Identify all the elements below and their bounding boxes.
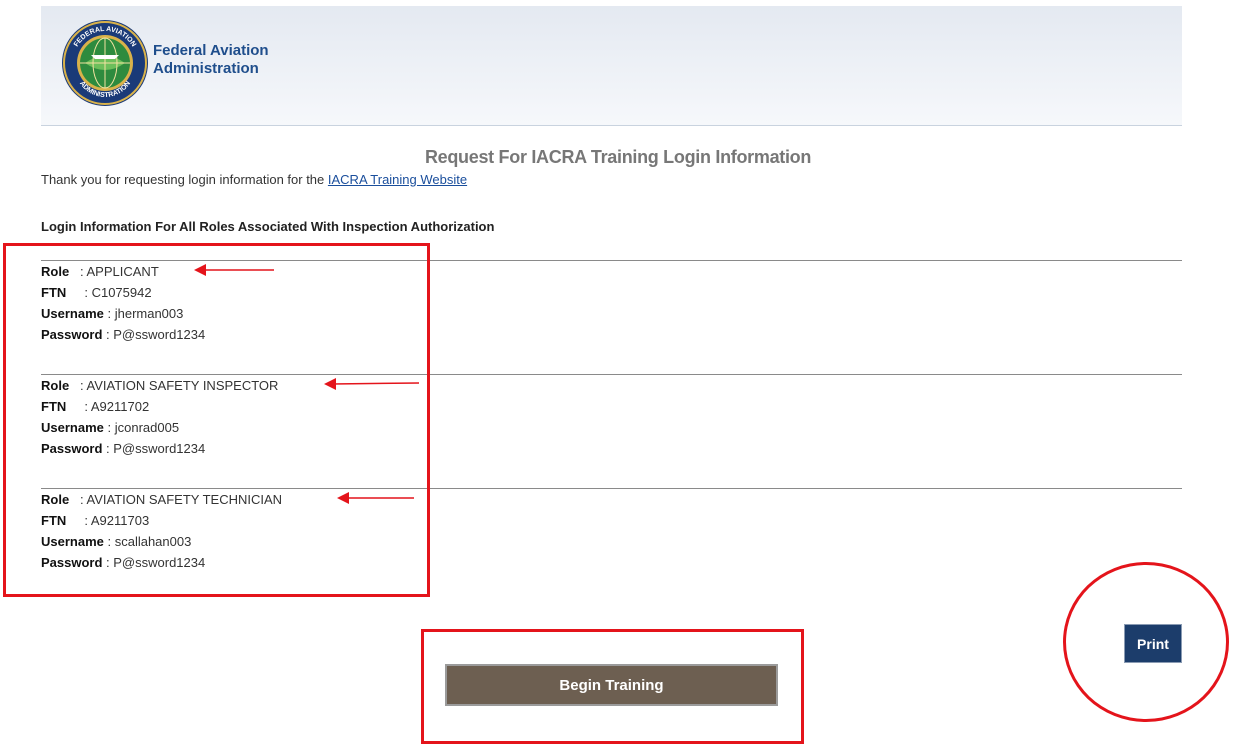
thanks-message: Thank you for requesting login informati… bbox=[41, 172, 467, 187]
annotation-arrow-icon bbox=[324, 378, 419, 390]
iacra-training-website-link[interactable]: IACRA Training Website bbox=[328, 172, 467, 187]
org-name: Federal Aviation Administration bbox=[153, 42, 269, 77]
faa-seal-icon: FEDERAL AVIATION ADMINISTRATION bbox=[62, 20, 148, 106]
section-heading: Login Information For All Roles Associat… bbox=[41, 219, 495, 234]
header-banner: FEDERAL AVIATION ADMINISTRATION Federal … bbox=[41, 6, 1182, 126]
print-button[interactable]: Print bbox=[1124, 624, 1182, 663]
annotation-arrow-icon bbox=[194, 264, 274, 276]
annotation-box-accounts bbox=[3, 243, 430, 597]
begin-training-button[interactable]: Begin Training bbox=[445, 664, 778, 706]
thanks-text: Thank you for requesting login informati… bbox=[41, 172, 328, 187]
page-title: Request For IACRA Training Login Informa… bbox=[424, 147, 812, 167]
annotation-arrow-icon bbox=[337, 492, 414, 504]
